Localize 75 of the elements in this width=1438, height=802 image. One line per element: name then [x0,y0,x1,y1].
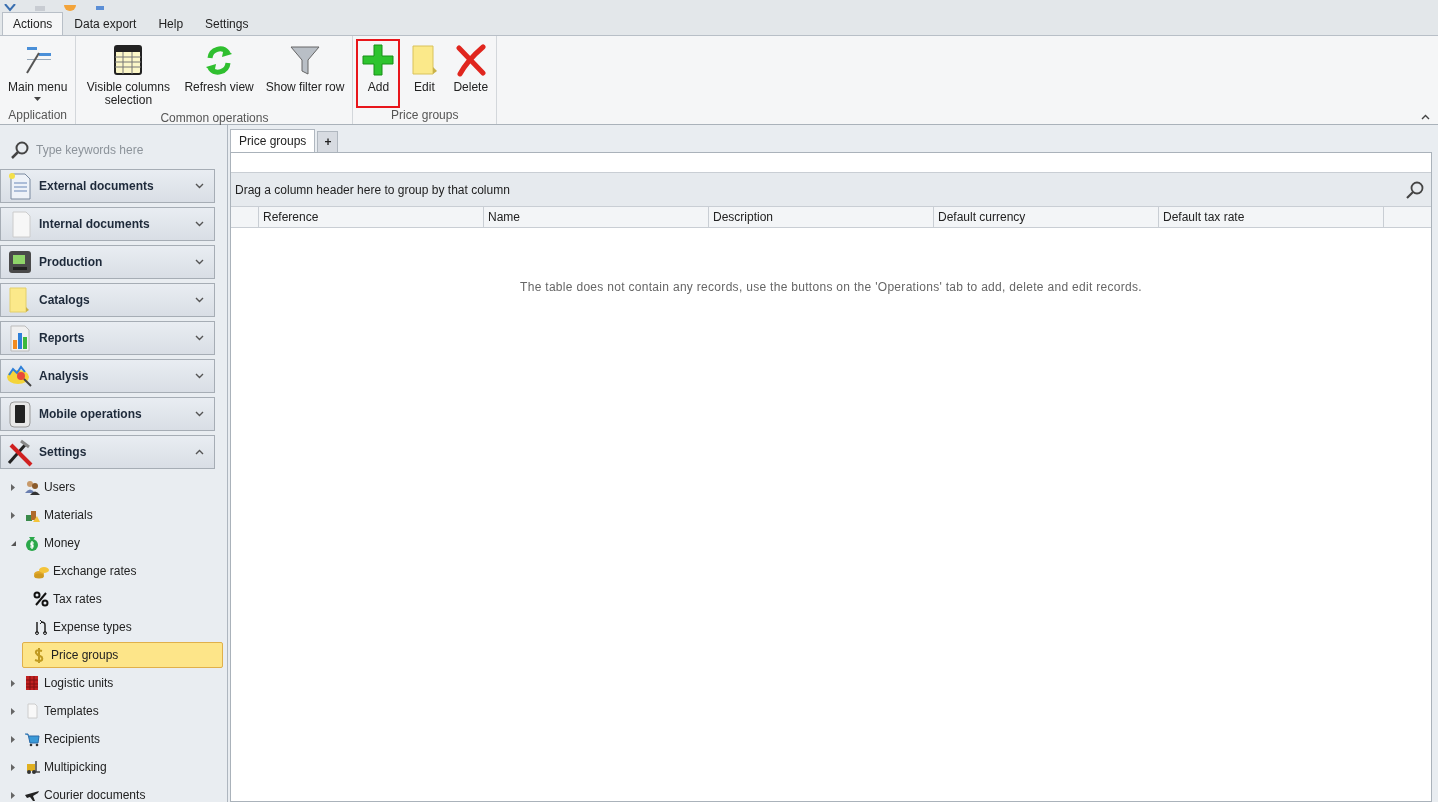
tree-item[interactable]: Materials [23,504,97,526]
expander-icon[interactable] [10,707,17,715]
expander-icon[interactable] [10,539,17,547]
tree-item[interactable]: Recipients [23,728,105,750]
ribbon-button[interactable]: Edit [402,39,447,108]
chevron-up-icon [195,449,204,455]
chevron-down-icon [195,221,204,227]
group-caption: Price groups [390,108,460,124]
search-icon[interactable] [1405,179,1425,200]
forklift-icon [24,759,40,775]
chevron-down-icon [195,411,204,417]
expander-icon[interactable] [10,511,17,519]
tree-item[interactable]: Users [23,476,80,498]
section-header[interactable]: Reports [0,321,215,355]
chevron-down-icon [195,335,204,341]
section-header[interactable]: External documents [0,169,215,203]
chevron-down-icon [195,259,204,265]
group-panel-hint: Drag a column header here to group by that column [235,182,510,197]
plus-icon [361,43,396,77]
group-caption: Application [7,108,69,124]
page-icon [24,703,40,719]
document-tab[interactable]: Price groups [230,129,316,152]
empty-message: The table does not contain any records, use the buttons on the 'Operations' tab to add, delete and edit records. [519,280,1143,294]
collapse-icon[interactable] [1421,114,1430,120]
tree-item[interactable]: Multipicking [23,756,111,778]
expander-icon[interactable] [10,763,17,771]
money-bag-icon [24,535,40,551]
ribbon-button[interactable]: Refresh view [179,39,259,111]
column-header[interactable]: Name [484,207,709,227]
users-icon [24,479,40,495]
tree-item[interactable]: Tax rates [32,588,106,610]
section-header[interactable]: Settings [0,435,215,469]
expander-icon[interactable] [10,791,17,799]
ribbon-button[interactable]: Show filter row [260,39,350,111]
section-header[interactable]: Catalogs [0,283,215,317]
grid-icon [24,675,40,691]
section-header[interactable]: Analysis [0,359,215,393]
ribbon-button[interactable]: Visible columns selection [79,39,178,111]
percent-icon [33,591,49,607]
ribbon-tab[interactable]: Data export [63,12,148,35]
tree-item[interactable]: Money [23,532,85,554]
column-header[interactable]: Default currency [934,207,1159,227]
tree-item[interactable]: Courier documents [23,784,150,802]
app-icon[interactable] [4,4,16,12]
tree-item[interactable]: Logistic units [23,672,118,694]
chevron-down-icon [195,297,204,303]
section-header[interactable]: Production [0,245,215,279]
column-header[interactable]: Description [709,207,934,227]
tree-item[interactable]: Expense types [32,616,136,638]
tree-item[interactable]: Templates [23,700,103,722]
expander-icon[interactable] [10,483,17,491]
ribbon-button[interactable]: Delete [448,39,494,108]
add-tab-button[interactable]: + [317,131,339,152]
ribbon-button[interactable]: Main menu [3,39,73,108]
group-caption: Common operations [159,111,270,127]
ribbon-tab[interactable]: Help [147,12,195,35]
chevron-down-icon [195,183,204,189]
column-header[interactable]: Default tax rate [1159,207,1384,227]
expander-icon[interactable] [10,679,17,687]
search-field[interactable]: Type keywords here [36,143,216,157]
ribbon-tab[interactable]: Actions [2,12,64,35]
chevron-down-icon [195,373,204,379]
tree-item[interactable]: Exchange rates [32,560,141,582]
expander-icon[interactable] [10,735,17,743]
branch-icon [33,619,49,635]
section-header[interactable]: Mobile operations [0,397,215,431]
search-icon [10,140,30,160]
tree-item[interactable]: Price groups [22,642,223,668]
section-header[interactable]: Internal documents [0,207,215,241]
filter-icon [288,43,323,77]
column-header[interactable]: Reference [259,207,484,227]
ribbon-button[interactable]: Add [356,39,401,108]
ribbon-tab[interactable]: Settings [194,12,260,35]
tools-icon [5,437,35,467]
cart-icon [24,731,40,747]
